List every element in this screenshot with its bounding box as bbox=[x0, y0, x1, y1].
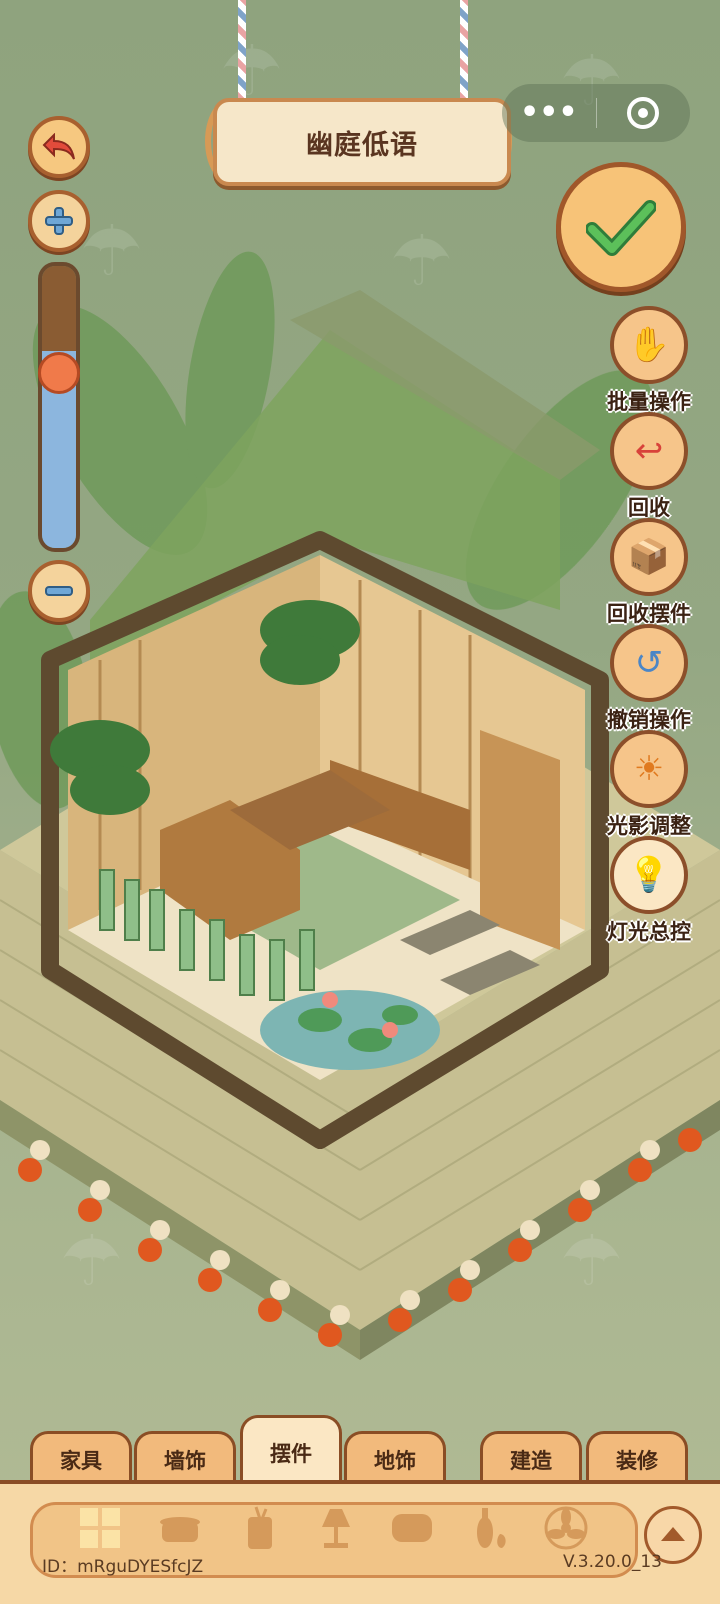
fan-icon[interactable] bbox=[540, 1502, 592, 1554]
tab-floor-decor[interactable]: 地饰 bbox=[344, 1431, 446, 1486]
lightbulb-icon: 💡 bbox=[610, 836, 688, 914]
cup-icon[interactable] bbox=[234, 1502, 286, 1554]
tab-wall-decor[interactable]: 墙饰 bbox=[134, 1431, 236, 1486]
zoom-out-button[interactable] bbox=[28, 560, 90, 622]
recycle-tray-icon: ↩ bbox=[610, 412, 688, 490]
batch-operation-button[interactable]: ✋ 批量操作 bbox=[594, 306, 704, 416]
zoom-in-button[interactable] bbox=[28, 190, 90, 252]
zoom-slider-knob[interactable] bbox=[38, 352, 80, 394]
player-id: ID：mRguDYESfcJZ bbox=[42, 1557, 204, 1577]
banner-rope-right bbox=[460, 0, 468, 100]
undo-button[interactable]: ↺ 撤销操作 bbox=[594, 624, 704, 734]
tab-build[interactable]: 建造 bbox=[480, 1431, 582, 1486]
zoom-slider-track bbox=[42, 266, 76, 351]
vase-icon[interactable] bbox=[464, 1502, 516, 1554]
target-circle-icon bbox=[627, 97, 660, 129]
tab-renovate[interactable]: 装修 bbox=[586, 1431, 688, 1486]
hand-tap-icon: ✋ bbox=[610, 306, 688, 384]
lamp-icon[interactable] bbox=[310, 1502, 362, 1554]
back-arrow-icon bbox=[42, 133, 75, 160]
lighting-control-button[interactable]: 💡 灯光总控 bbox=[594, 836, 704, 946]
grid-icon[interactable] bbox=[74, 1502, 126, 1554]
banner-rope-left bbox=[238, 0, 246, 100]
close-mini-program-button[interactable] bbox=[597, 97, 691, 129]
sun-moon-icon: ☀ bbox=[610, 730, 688, 808]
more-menu-button[interactable]: ••• bbox=[502, 84, 596, 142]
light-shadow-button[interactable]: ☀ 光影调整 bbox=[594, 730, 704, 840]
shelf bbox=[480, 730, 560, 950]
tab-furniture[interactable]: 家具 bbox=[30, 1431, 132, 1486]
confirm-button[interactable] bbox=[556, 162, 686, 292]
mini-program-capsule: ••• bbox=[502, 84, 690, 142]
zoom-slider[interactable] bbox=[38, 262, 80, 552]
recycle-button[interactable]: ↩ 回收 bbox=[594, 412, 704, 522]
menu-label: 灯光总控 bbox=[607, 920, 691, 944]
minus-icon bbox=[45, 586, 73, 596]
lotus-pond bbox=[260, 990, 440, 1070]
recycle-items-button[interactable]: 📦 回收摆件 bbox=[594, 518, 704, 628]
room-title: 幽庭低语 bbox=[306, 129, 418, 161]
plus-icon bbox=[45, 207, 73, 235]
version-label: V.3.20.0_13 bbox=[562, 1552, 662, 1572]
recycle-box-icon: 📦 bbox=[610, 518, 688, 596]
back-button[interactable] bbox=[28, 116, 90, 178]
category-tabs: 家具 墙饰 摆件 地饰 建造 装修 bbox=[0, 1415, 720, 1488]
room-title-banner: 幽庭低语 bbox=[213, 98, 511, 186]
chevron-up-icon bbox=[661, 1527, 685, 1541]
pillow-icon[interactable] bbox=[386, 1502, 438, 1554]
pot-icon[interactable] bbox=[154, 1502, 206, 1554]
undo-arrow-icon: ↺ bbox=[610, 624, 688, 702]
tab-ornaments[interactable]: 摆件 bbox=[240, 1415, 342, 1488]
checkmark-icon bbox=[586, 200, 656, 256]
